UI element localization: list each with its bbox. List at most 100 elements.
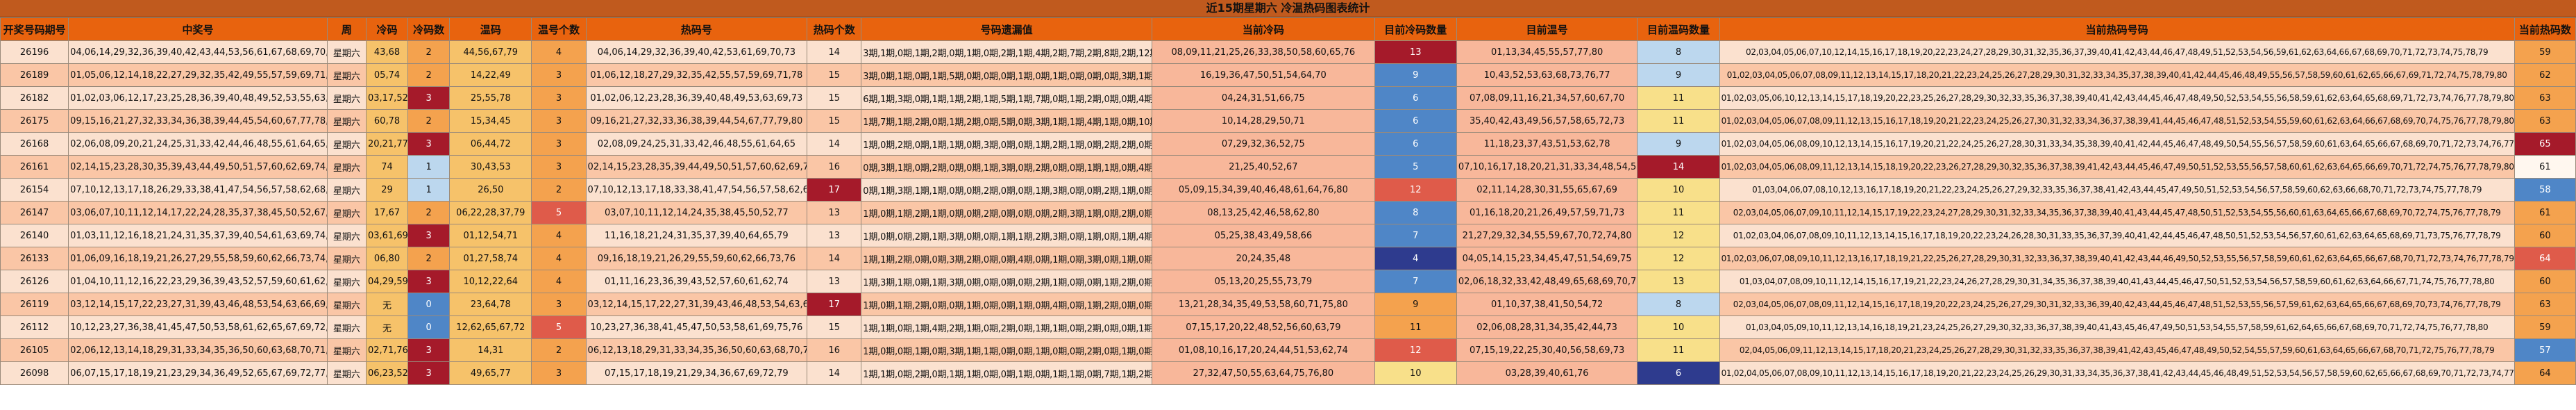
cell-warm-numbers: 01,12,54,71	[449, 224, 532, 247]
cell-omission-values: 1期,0期,2期,0期,1期,1期,0期,3期,0期,0期,1期,2期,1期,0…	[861, 132, 1153, 156]
cell-current-hot: 01,02,03,04,05,06,07,08,09,11,12,13,15,1…	[1719, 109, 2515, 133]
cell-cold-numbers: 无	[365, 293, 409, 316]
cell-cold-numbers: 20,21,77	[365, 132, 409, 156]
cell-current-warm-count: 11	[1637, 338, 1720, 362]
cell-current-warm: 02,11,14,28,30,31,55,65,67,69	[1456, 178, 1638, 202]
cell-current-hot-count: 62	[2514, 63, 2576, 87]
cell-current-hot: 01,02,03,05,06,10,12,13,14,15,17,18,19,2…	[1719, 86, 2515, 110]
table-row: 26119 03,12,14,15,17,22,23,27,31,39,43,46…	[0, 293, 2576, 316]
cell-current-warm: 01,13,34,45,55,57,77,80	[1456, 40, 1638, 64]
table-body: 26196 04,06,14,29,32,36,39,40,42,43,44,53…	[0, 40, 2576, 385]
cell-warm-count: 3	[531, 86, 587, 110]
cell-hot-numbers: 01,02,06,12,23,28,36,39,40,48,49,53,63,6…	[585, 86, 808, 110]
cell-current-cold: 01,08,10,16,17,20,24,44,51,53,62,74	[1152, 338, 1375, 362]
cell-current-hot-count: 59	[2514, 315, 2576, 339]
cell-weekday: 星期六	[326, 178, 367, 202]
cell-current-hot-count: 63	[2514, 109, 2576, 133]
table-row: 26126 01,04,10,11,12,16,22,23,29,36,39,43…	[0, 270, 2576, 293]
cell-winning-numbers: 10,12,23,27,36,38,41,45,47,50,53,58,61,6…	[68, 315, 328, 339]
cell-current-hot: 01,02,03,04,05,06,07,08,09,11,12,13,14,1…	[1719, 63, 2515, 87]
cell-warm-count: 2	[531, 338, 587, 362]
cell-current-warm-count: 8	[1637, 40, 1720, 64]
cell-winning-numbers: 01,04,10,11,12,16,22,23,29,36,39,43,52,5…	[68, 270, 328, 293]
cell-weekday: 星期六	[326, 63, 367, 87]
cell-omission-values: 0期,1期,3期,1期,1期,0期,0期,2期,0期,0期,1期,3期,0期,0…	[861, 178, 1153, 202]
cell-cold-numbers: 05,74	[365, 63, 409, 87]
cell-warm-numbers: 10,12,22,64	[449, 270, 532, 293]
cell-current-hot: 01,03,04,05,09,10,11,12,13,14,16,18,19,2…	[1719, 315, 2515, 339]
cell-hot-count: 14	[807, 361, 862, 385]
cell-hot-count: 14	[807, 247, 862, 270]
cell-hot-numbers: 02,14,15,23,28,35,39,44,49,50,51,57,60,6…	[585, 155, 808, 179]
cell-current-cold-count: 6	[1374, 132, 1457, 156]
cell-omission-values: 1期,3期,1期,0期,1期,3期,0期,0期,0期,0期,2期,1期,0期,0…	[861, 270, 1153, 293]
cell-weekday: 星期六	[326, 40, 367, 64]
cell-warm-count: 3	[531, 63, 587, 87]
cell-current-cold-count: 9	[1374, 63, 1457, 87]
cell-current-warm: 01,10,37,38,41,50,54,72	[1456, 293, 1638, 316]
cell-current-hot-count: 63	[2514, 293, 2576, 316]
column-header: 目前温码数量	[1637, 17, 1720, 41]
table-row: 26133 01,06,09,16,18,19,21,26,27,29,55,58…	[0, 247, 2576, 270]
column-header: 中奖号	[68, 17, 328, 41]
cell-cold-numbers: 06,80	[365, 247, 409, 270]
cell-cold-numbers: 17,67	[365, 201, 409, 224]
column-header: 当前冷码	[1152, 17, 1375, 41]
cell-current-warm-count: 9	[1637, 132, 1720, 156]
cell-current-cold-count: 5	[1374, 155, 1457, 179]
cell-current-cold: 16,19,36,47,50,51,54,64,70	[1152, 63, 1375, 87]
cell-warm-numbers: 26,50	[449, 178, 532, 202]
cell-omission-values: 1期,1期,0期,1期,4期,2期,1期,0期,2期,0期,1期,1期,0期,2…	[861, 315, 1153, 339]
cell-current-cold: 05,13,20,25,55,73,79	[1152, 270, 1375, 293]
cell-hot-count: 16	[807, 155, 862, 179]
column-header: 冷码数	[407, 17, 451, 41]
cell-current-hot-count: 61	[2514, 201, 2576, 224]
cell-winning-numbers: 01,02,03,06,12,17,23,25,28,36,39,40,48,4…	[68, 86, 328, 110]
cell-current-cold: 04,24,31,51,66,75	[1152, 86, 1375, 110]
cell-warm-count: 3	[531, 361, 587, 385]
sheet-title: 近15期星期六 冷温热码图表统计	[0, 0, 2576, 17]
cell-current-hot: 01,02,03,04,05,06,08,09,10,12,13,14,15,1…	[1719, 132, 2515, 156]
cell-current-cold: 05,25,38,43,49,58,66	[1152, 224, 1375, 247]
cell-current-cold: 21,25,40,52,67	[1152, 155, 1375, 179]
cell-current-cold: 07,15,17,20,22,48,52,56,60,63,79	[1152, 315, 1375, 339]
cell-omission-values: 3期,0期,1期,0期,1期,5期,0期,0期,0期,1期,0期,1期,0期,0…	[861, 63, 1153, 87]
cell-current-cold-count: 6	[1374, 109, 1457, 133]
cell-warm-count: 3	[531, 109, 587, 133]
cell-current-cold: 20,24,35,48	[1152, 247, 1375, 270]
cell-hot-numbers: 02,08,09,24,25,31,33,42,46,48,55,61,64,6…	[585, 132, 808, 156]
cell-hot-numbers: 07,15,17,18,19,21,29,34,36,67,69,72,79	[585, 361, 808, 385]
cell-hot-numbers: 03,12,14,15,17,22,27,31,39,43,46,48,53,5…	[585, 293, 808, 316]
column-header: 热码个数	[807, 17, 862, 41]
cell-warm-count: 3	[531, 132, 587, 156]
cell-current-cold-count: 9	[1374, 293, 1457, 316]
cell-issue: 26119	[0, 293, 69, 316]
cell-hot-count: 15	[807, 109, 862, 133]
cell-cold-numbers: 04,29,59	[365, 270, 409, 293]
cell-current-warm: 07,15,19,22,25,30,40,56,58,69,73	[1456, 338, 1638, 362]
cell-cold-numbers: 06,23,52	[365, 361, 409, 385]
cell-omission-values: 1期,1期,0期,2期,0期,1期,1期,0期,0期,1期,0期,1期,1期,0…	[861, 361, 1153, 385]
cell-cold-numbers: 无	[365, 315, 409, 339]
cell-current-hot-count: 59	[2514, 40, 2576, 64]
cell-cold-count: 3	[407, 86, 451, 110]
stats-table: 开奖号码期号 中奖号周冷码 冷码数 温码 温号个数 热码号 热码个数 号码遗漏值 当前冷码 目前冷…	[0, 17, 2576, 385]
cell-warm-numbers: 01,27,58,74	[449, 247, 532, 270]
cell-current-hot-count: 58	[2514, 178, 2576, 202]
cell-cold-count: 3	[407, 338, 451, 362]
cell-winning-numbers: 09,15,16,21,27,32,33,34,36,38,39,44,45,5…	[68, 109, 328, 133]
cell-omission-values: 1期,0期,1期,2期,1期,0期,0期,2期,0期,0期,0期,2期,3期,1…	[861, 201, 1153, 224]
cell-cold-numbers: 43,68	[365, 40, 409, 64]
cell-issue: 26133	[0, 247, 69, 270]
column-header: 当前热码号码	[1719, 17, 2515, 41]
cell-issue: 26196	[0, 40, 69, 64]
cell-omission-values: 1期,0期,0期,1期,0期,3期,1期,1期,0期,0期,1期,0期,0期,2…	[861, 338, 1153, 362]
cell-warm-count: 4	[531, 40, 587, 64]
cell-weekday: 星期六	[326, 201, 367, 224]
cell-warm-count: 3	[531, 293, 587, 316]
cell-hot-numbers: 01,06,12,18,27,29,32,35,42,55,57,59,69,7…	[585, 63, 808, 87]
cell-cold-count: 0	[407, 293, 451, 316]
cell-current-cold: 07,29,32,36,52,75	[1152, 132, 1375, 156]
cell-winning-numbers: 01,05,06,12,14,18,22,27,29,32,35,42,49,5…	[68, 63, 328, 87]
cell-warm-numbers: 44,56,67,79	[449, 40, 532, 64]
